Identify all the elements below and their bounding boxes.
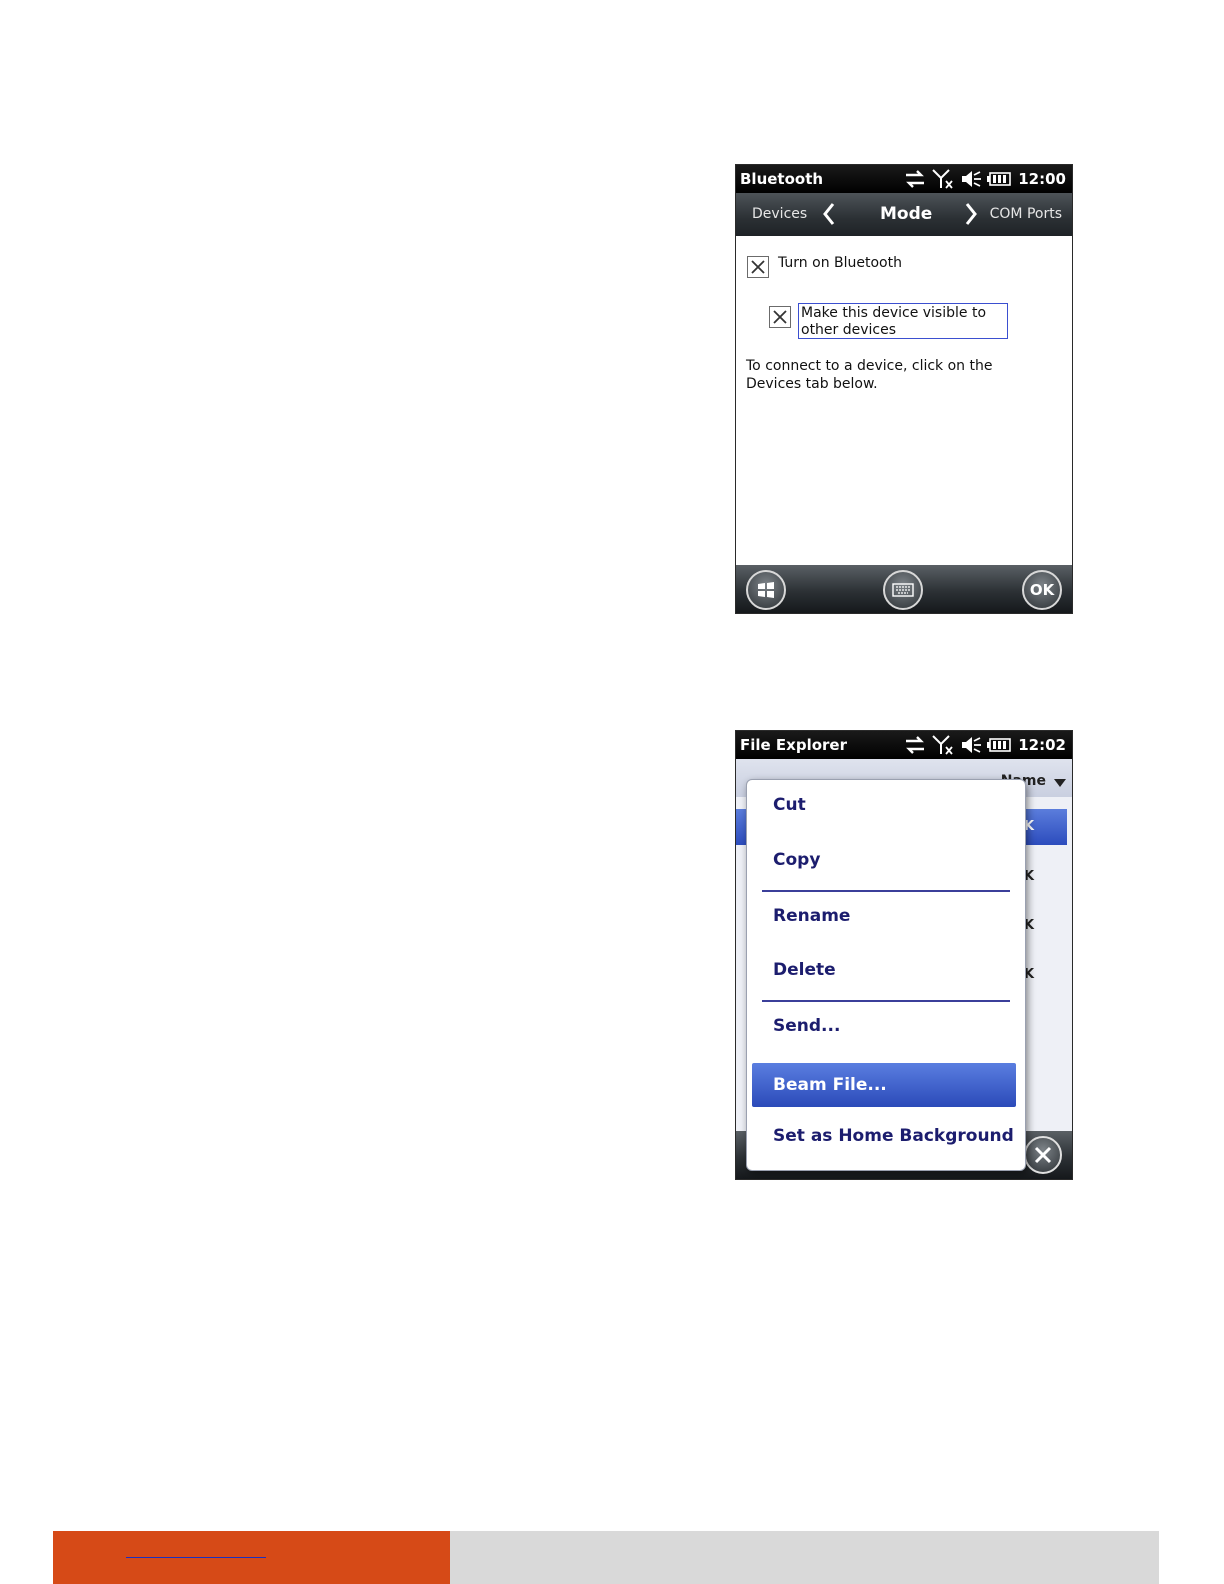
no-signal-icon [932,735,953,755]
data-transfer-icon [906,736,925,754]
menu-separator [762,890,1010,892]
speaker-muted-icon [962,171,982,187]
visible-device-label[interactable]: Make this device visible to other device… [798,303,1008,339]
keyboard-icon [892,583,914,597]
tab-mode[interactable]: Mode [880,204,932,224]
status-bar: File Explorer 12:02 [736,731,1072,759]
menu-item-send[interactable]: Send... [747,1004,1025,1048]
status-icons: 12:00 [904,168,1066,190]
speaker-muted-icon [962,737,982,753]
menu-item-cut[interactable]: Cut [747,783,1025,827]
tab-com-ports[interactable]: COM Ports [990,206,1062,222]
bluetooth-screenshot: Bluetooth 12:00 Devices Mode COM Ports T… [735,164,1073,614]
bluetooth-mode-panel: Turn on Bluetooth Make this device visib… [736,236,1072,566]
connect-instructions: To connect to a device, click on the Dev… [746,358,993,392]
footer-link-underline[interactable] [126,1557,266,1558]
status-title: File Explorer [740,736,847,754]
check-x-icon [773,310,787,324]
status-bar: Bluetooth 12:00 [736,165,1072,193]
close-button[interactable] [1024,1136,1062,1174]
data-transfer-icon [906,170,925,188]
windows-logo-icon [758,582,774,598]
turn-on-bluetooth-checkbox[interactable] [747,256,769,278]
file-explorer-screenshot: File Explorer 12:02 Name [735,730,1073,1180]
battery-icon [987,738,1012,752]
chevron-right-icon[interactable] [964,202,978,226]
close-icon [1034,1146,1052,1164]
start-button[interactable] [746,570,786,610]
ok-button[interactable]: OK [1022,570,1062,610]
context-menu: Cut Copy Rename Delete Send... Beam File… [746,779,1026,1171]
clock: 12:02 [1018,736,1066,754]
keyboard-button[interactable] [883,570,923,610]
menu-item-delete[interactable]: Delete [747,948,1025,992]
battery-icon [987,172,1012,186]
menu-item-rename[interactable]: Rename [747,894,1025,938]
tab-devices[interactable]: Devices [752,206,807,222]
menu-item-copy[interactable]: Copy [747,838,1025,882]
menu-item-beam-file[interactable]: Beam File... [752,1063,1016,1107]
menu-item-set-home-background[interactable]: Set as Home Background [747,1114,1025,1158]
sort-dropdown-icon[interactable] [1054,779,1066,787]
softkey-bar: OK [736,565,1072,613]
menu-separator [762,1000,1010,1002]
status-title: Bluetooth [740,170,824,188]
visible-device-checkbox[interactable] [769,306,791,328]
no-signal-icon [932,169,953,189]
clock: 12:00 [1018,170,1066,188]
turn-on-bluetooth-label[interactable]: Turn on Bluetooth [778,255,902,271]
footer-bar [450,1531,1159,1584]
status-icons: 12:02 [904,734,1066,756]
tab-bar: Devices Mode COM Ports [736,193,1072,236]
check-x-icon [751,260,765,274]
chevron-left-icon[interactable] [822,202,836,226]
